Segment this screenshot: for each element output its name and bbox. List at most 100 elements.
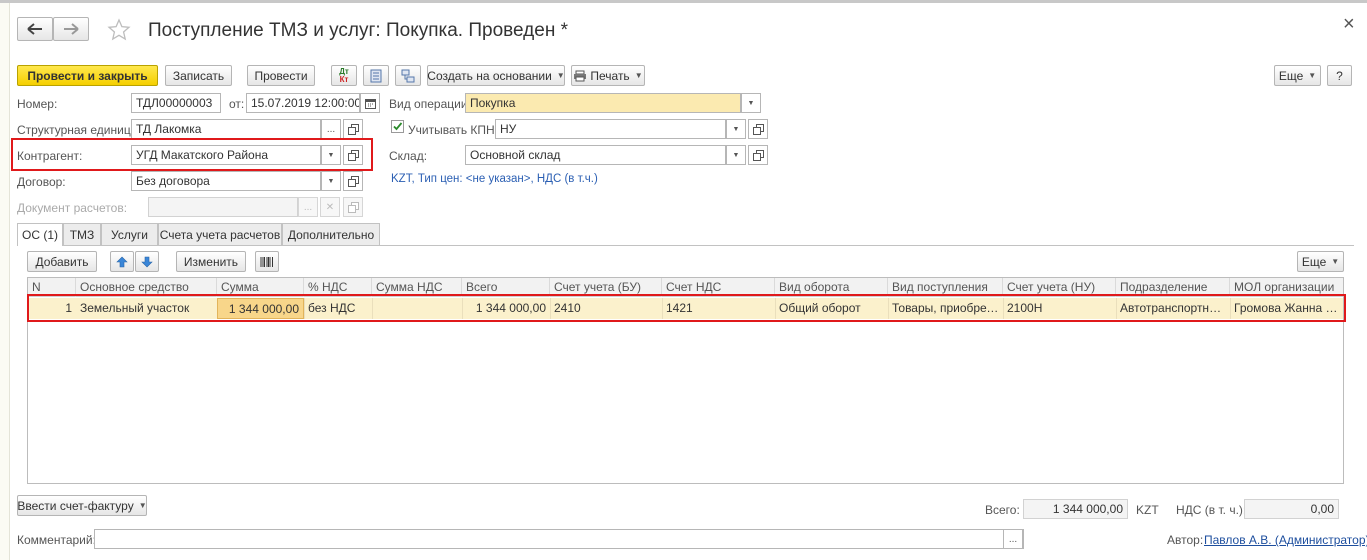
save-button[interactable]: Записать: [165, 65, 232, 86]
settlement-doc-clear-button[interactable]: ✕: [320, 197, 340, 217]
vat-total-field: 0,00: [1244, 499, 1339, 519]
edit-row-button[interactable]: Изменить: [176, 251, 246, 272]
contract-label: Договор:: [17, 175, 66, 189]
warehouse-field[interactable]: Основной склад: [465, 145, 726, 165]
calendar-icon: [364, 98, 376, 109]
currency-label: KZT: [1136, 503, 1159, 517]
warehouse-dropdown[interactable]: ▼: [726, 145, 746, 165]
chevron-down-icon: ▼: [138, 501, 147, 510]
help-button[interactable]: ?: [1327, 65, 1352, 86]
arrow-right-icon: [64, 23, 79, 35]
number-field[interactable]: ТДЛ00000003: [131, 93, 221, 113]
tab-settlement-accounts[interactable]: Счета учета расчетов: [158, 223, 282, 245]
move-down-button[interactable]: [135, 251, 159, 272]
calendar-button[interactable]: [360, 93, 380, 113]
operation-type-field[interactable]: Покупка: [465, 93, 741, 113]
post-and-close-button[interactable]: Провести и закрыть: [17, 65, 158, 86]
total-label: Всего:: [985, 503, 1020, 517]
journal-button[interactable]: [363, 65, 389, 86]
contract-field[interactable]: Без договора: [131, 171, 321, 191]
printer-icon: [574, 70, 587, 81]
more-label: Еще: [1278, 68, 1304, 83]
date-field[interactable]: 15.07.2019 12:00:00: [246, 93, 360, 113]
kpn-checkbox[interactable]: [391, 120, 404, 133]
vat-total-label: НДС (в т. ч.):: [1176, 503, 1247, 517]
chevron-down-icon: ▼: [732, 151, 740, 159]
dt-kt-button[interactable]: Дт Кт: [331, 65, 357, 86]
warehouse-open-button[interactable]: [748, 145, 768, 165]
open-form-icon: [752, 149, 764, 161]
favorite-star-icon[interactable]: [107, 18, 131, 42]
unit-label: Структурная единица:: [17, 123, 141, 137]
left-panel-edge: [0, 3, 10, 560]
operation-type-dropdown[interactable]: ▼: [741, 93, 761, 113]
kpn-field[interactable]: НУ: [495, 119, 726, 139]
ellipsis-icon: ...: [326, 123, 336, 135]
chevron-down-icon: ▼: [747, 99, 755, 107]
document-window: Поступление ТМЗ и услуг: Покупка. Провед…: [10, 3, 1367, 560]
print-button[interactable]: Печать ▼: [571, 65, 645, 86]
table-more-button[interactable]: Еще ▼: [1297, 251, 1344, 272]
ellipsis-icon: ...: [1008, 533, 1018, 545]
open-form-icon: [752, 123, 764, 135]
author-label: Автор:: [1167, 533, 1204, 547]
checkmark-icon: [393, 122, 403, 131]
unit-open-button[interactable]: [343, 119, 363, 139]
chevron-down-icon: ▼: [327, 177, 335, 185]
post-button[interactable]: Провести: [247, 65, 315, 86]
enter-invoice-button[interactable]: Ввести счет-фактуру ▼: [17, 495, 147, 516]
arrow-left-icon: [27, 23, 42, 35]
chevron-down-icon: ▼: [556, 71, 565, 80]
author-link[interactable]: Павлов А.В. (Администратор): [1204, 533, 1367, 547]
enter-invoice-label: Ввести счет-фактуру: [17, 498, 134, 513]
row-highlight-box: [27, 294, 1346, 322]
document-list-icon: [370, 69, 382, 82]
chevron-down-icon: ▼: [634, 71, 643, 80]
warehouse-label: Склад:: [389, 149, 428, 163]
open-form-icon: [347, 201, 359, 213]
create-based-on-label: Создать на основании: [427, 68, 552, 83]
date-label: от:: [229, 97, 245, 111]
unit-field[interactable]: ТД Лакомка: [131, 119, 321, 139]
hierarchy-icon: [401, 69, 415, 82]
close-icon[interactable]: ×: [1343, 13, 1355, 36]
tab-inventory[interactable]: ТМЗ: [63, 223, 101, 245]
number-label: Номер:: [17, 97, 58, 111]
contract-open-button[interactable]: [343, 171, 363, 191]
comment-label: Комментарий:: [17, 533, 96, 547]
settlement-doc-field[interactable]: [148, 197, 298, 217]
kpn-dropdown[interactable]: ▼: [726, 119, 746, 139]
structure-button[interactable]: [395, 65, 421, 86]
open-form-icon: [347, 175, 359, 187]
operation-type-label: Вид операции:: [389, 97, 471, 111]
kpn-open-button[interactable]: [748, 119, 768, 139]
settlement-doc-select-button[interactable]: ...: [298, 197, 318, 217]
settlement-doc-label: Документ расчетов:: [17, 201, 128, 215]
tab-services[interactable]: Услуги: [101, 223, 158, 245]
contract-dropdown[interactable]: ▼: [321, 171, 341, 191]
comment-field[interactable]: [94, 529, 1024, 549]
kt-icon-label: Кт: [339, 74, 349, 84]
tabs-baseline: [17, 245, 1354, 246]
open-form-icon: [347, 123, 359, 135]
move-up-button[interactable]: [110, 251, 134, 272]
chevron-down-icon: ▼: [732, 125, 740, 133]
prices-settings-link[interactable]: KZT, Тип цен: <не указан>, НДС (в т.ч.): [391, 173, 598, 185]
chevron-down-icon: ▼: [1308, 71, 1317, 80]
add-row-button[interactable]: Добавить: [27, 251, 97, 272]
kpn-label: Учитывать КПН: [408, 123, 495, 137]
more-button[interactable]: Еще ▼: [1274, 65, 1321, 86]
create-based-on-button[interactable]: Создать на основании ▼: [427, 65, 565, 86]
settlement-doc-open-button[interactable]: [343, 197, 363, 217]
ellipsis-icon: ...: [303, 201, 313, 213]
back-button[interactable]: [17, 17, 53, 41]
table-more-label: Еще: [1301, 254, 1327, 269]
unit-select-button[interactable]: ...: [321, 119, 341, 139]
tab-fixed-assets[interactable]: ОС (1): [17, 223, 63, 246]
barcode-button[interactable]: [255, 251, 279, 272]
tab-additional[interactable]: Дополнительно: [282, 223, 380, 245]
arrow-up-icon: [116, 256, 128, 267]
comment-expand-button[interactable]: ...: [1003, 529, 1023, 549]
barcode-icon: [260, 256, 273, 267]
forward-button[interactable]: [53, 17, 89, 41]
